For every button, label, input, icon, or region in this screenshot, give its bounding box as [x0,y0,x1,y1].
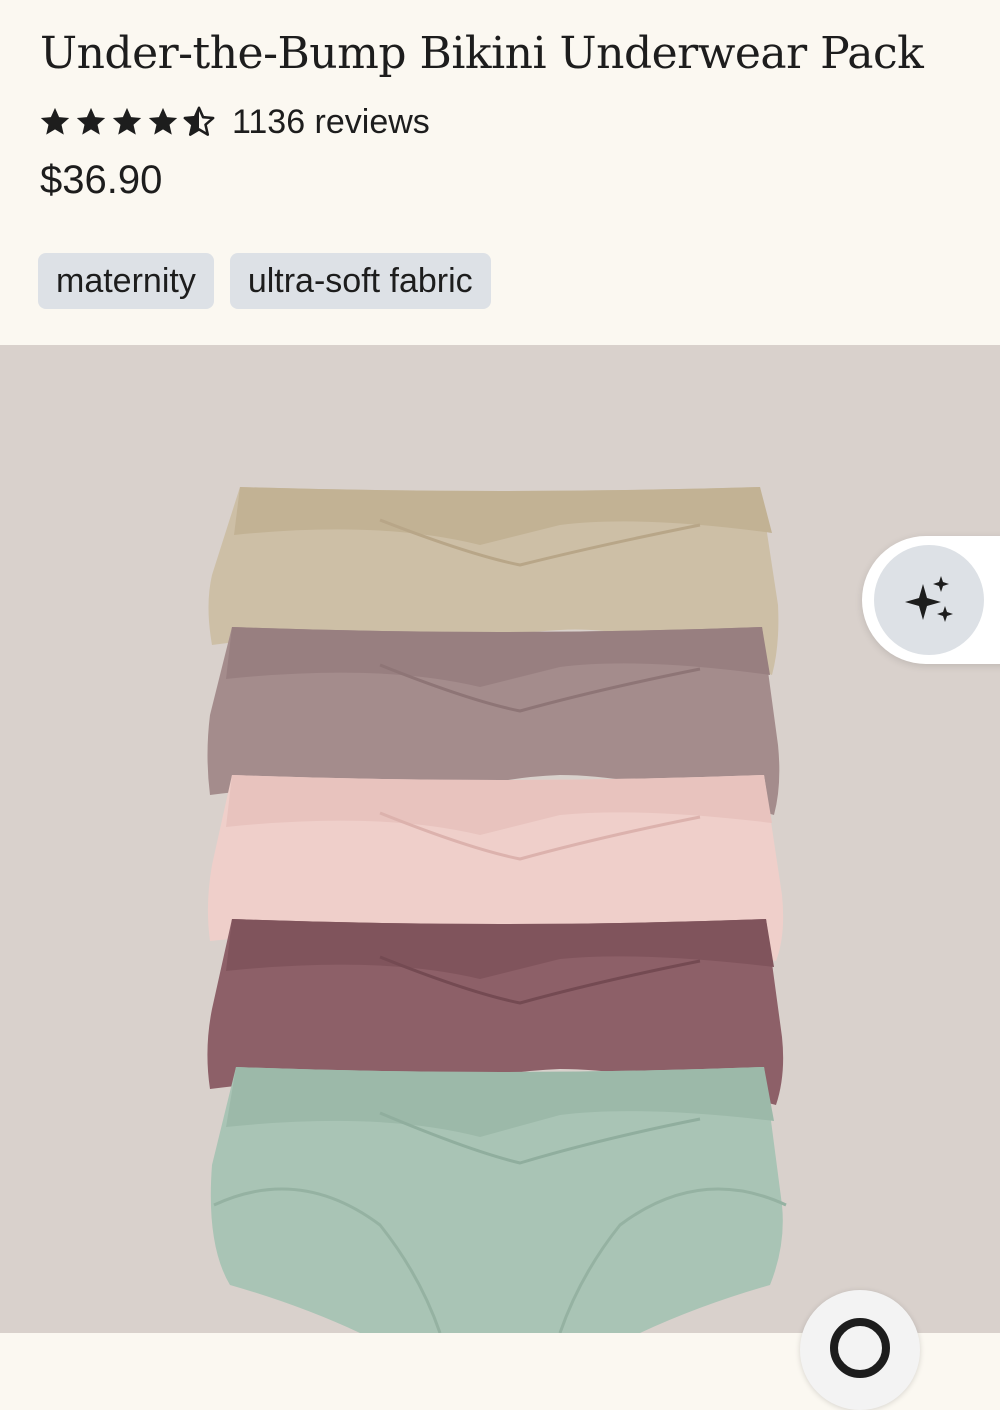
product-title: Under-the-Bump Bikini Underwear Pack [40,28,924,79]
product-price: $36.90 [40,158,163,202]
garment-sage [210,1067,787,1333]
ai-button-circle [874,545,984,655]
product-header: Under-the-Bump Bikini Underwear Pack 113… [0,0,1000,345]
star-filled-icon [148,107,178,135]
reviews-count[interactable]: 1136 reviews [232,103,430,142]
rating-row[interactable]: 1136 reviews [38,100,430,144]
star-rating [38,105,218,139]
star-filled-icon [112,107,142,135]
tag-maternity[interactable]: maternity [38,253,214,309]
star-filled-icon [76,107,106,135]
product-photo [207,487,787,1333]
search-button[interactable] [800,1290,920,1410]
tag-list: maternity ultra-soft fabric [38,253,491,309]
product-image[interactable] [0,345,1000,1333]
star-filled-icon [40,107,70,135]
tag-ultra-soft-fabric[interactable]: ultra-soft fabric [229,253,491,309]
star-half-icon [183,106,215,136]
search-icon [830,1318,890,1378]
ai-assistant-button[interactable] [862,536,1000,664]
sparkles-icon [905,576,953,622]
